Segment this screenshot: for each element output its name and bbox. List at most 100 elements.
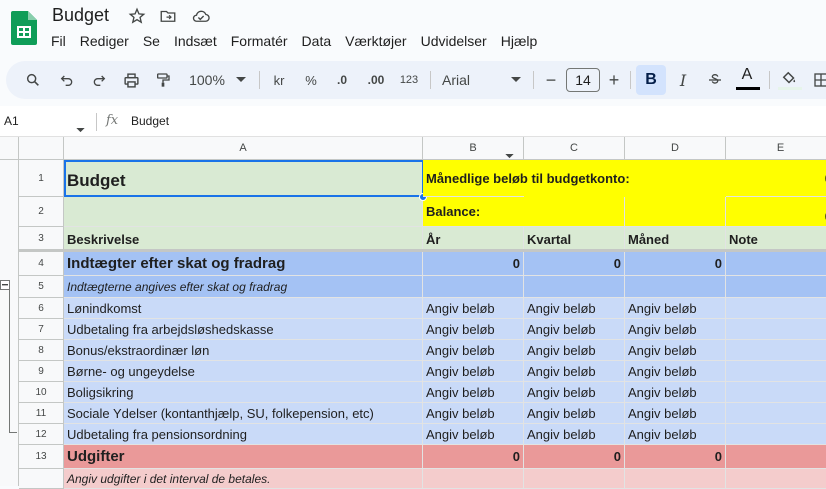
cell-e[interactable] xyxy=(726,251,826,276)
cell-b[interactable]: Angiv beløb xyxy=(423,403,524,424)
cell-d[interactable]: Angiv beløb xyxy=(625,382,726,403)
cell-d[interactable] xyxy=(625,469,726,489)
menu-help[interactable]: Hjælp xyxy=(494,32,545,52)
column-header-a[interactable]: A xyxy=(64,137,423,160)
increase-decimals-button[interactable]: .00 xyxy=(364,68,388,92)
cloud-saved-icon[interactable] xyxy=(191,7,211,27)
menu-format[interactable]: Formatér xyxy=(224,32,295,52)
zoom-chevron-down-icon[interactable] xyxy=(234,68,248,92)
font-size-input[interactable]: 14 xyxy=(566,68,600,92)
row-header[interactable]: 5 xyxy=(19,276,64,298)
cell-e[interactable] xyxy=(726,424,826,445)
cell-e[interactable] xyxy=(726,361,826,382)
cell-b[interactable]: Angiv beløb xyxy=(423,298,524,319)
column-header-c[interactable]: C xyxy=(524,137,625,160)
zoom-select[interactable]: 100% xyxy=(186,68,228,92)
cell-e[interactable] xyxy=(726,340,826,361)
cell-b[interactable] xyxy=(423,276,524,298)
row-header[interactable]: 9 xyxy=(19,361,64,382)
row-header[interactable]: 13 xyxy=(19,445,64,469)
paint-format-icon[interactable] xyxy=(152,68,174,92)
row-header[interactable]: 1 xyxy=(19,160,64,197)
cell-a[interactable]: Udbetaling fra arbejdsløshedskasse xyxy=(64,319,423,340)
cell-b[interactable]: Angiv beløb xyxy=(423,340,524,361)
cell-b[interactable] xyxy=(423,469,524,489)
borders-icon[interactable] xyxy=(812,68,826,92)
number-format-button[interactable]: 123 xyxy=(396,68,422,92)
row-header[interactable]: 7 xyxy=(19,319,64,340)
cell-e[interactable] xyxy=(726,319,826,340)
move-folder-icon[interactable] xyxy=(159,7,179,27)
cell-b[interactable]: År xyxy=(423,227,524,251)
cell-d[interactable]: Angiv beløb xyxy=(625,340,726,361)
cell-e[interactable] xyxy=(726,298,826,319)
collapse-group-icon[interactable] xyxy=(0,280,10,290)
cell-a[interactable]: Udbetaling fra pensionsordning xyxy=(64,424,423,445)
font-chevron-down-icon[interactable] xyxy=(509,68,523,92)
column-header-e[interactable]: E xyxy=(726,137,826,160)
print-icon[interactable] xyxy=(120,68,142,92)
cell-a[interactable]: Indtægterne angives efter skat og fradra… xyxy=(64,276,423,298)
strikethrough-icon[interactable] xyxy=(704,68,726,92)
column-header-d[interactable]: D xyxy=(625,137,726,160)
cell-d[interactable]: Angiv beløb xyxy=(625,424,726,445)
cell-c[interactable]: Angiv beløb xyxy=(524,361,625,382)
cell-b[interactable]: Angiv beløb xyxy=(423,382,524,403)
cell-a[interactable] xyxy=(64,197,423,227)
redo-icon[interactable] xyxy=(88,68,110,92)
cell-d[interactable] xyxy=(625,160,726,197)
cell-e[interactable] xyxy=(726,382,826,403)
cell-a[interactable]: Boligsikring xyxy=(64,382,423,403)
row-header[interactable] xyxy=(19,469,64,489)
row-header[interactable]: 6 xyxy=(19,298,64,319)
cell-e[interactable]: 0 xyxy=(726,160,826,197)
italic-button[interactable]: I xyxy=(672,68,694,92)
menu-file[interactable]: Fil xyxy=(44,32,73,52)
formula-input[interactable]: Budget xyxy=(131,114,169,128)
cell-e[interactable]: Note xyxy=(726,227,826,251)
name-box-chevron-down-icon[interactable] xyxy=(76,120,85,138)
cell-b[interactable]: Angiv beløb xyxy=(423,361,524,382)
cell-c[interactable]: Angiv beløb xyxy=(524,298,625,319)
cell-c[interactable]: 0 xyxy=(524,445,625,469)
cell-d[interactable]: 0 xyxy=(625,445,726,469)
sheets-logo-icon[interactable] xyxy=(11,11,37,45)
name-box[interactable]: A1 xyxy=(4,114,19,128)
cell-e[interactable] xyxy=(726,445,826,469)
cell-c[interactable]: Angiv beløb xyxy=(524,340,625,361)
cell-c[interactable]: Angiv beløb xyxy=(524,403,625,424)
cell-c[interactable]: Angiv beløb xyxy=(524,319,625,340)
menu-view[interactable]: Se xyxy=(136,32,167,52)
cell-b[interactable]: 0 xyxy=(423,445,524,469)
cell-b[interactable]: 0 xyxy=(423,251,524,276)
cell-a[interactable]: Indtægter efter skat og fradrag xyxy=(64,251,423,276)
text-color-button[interactable]: A xyxy=(735,64,759,86)
cell-b[interactable]: Månedlige beløb til budgetkonto: xyxy=(423,160,630,197)
cell-c[interactable]: 0 xyxy=(524,251,625,276)
bold-button[interactable]: B xyxy=(636,65,666,95)
cell-a[interactable]: Beskrivelse xyxy=(64,227,423,251)
corner-header[interactable] xyxy=(0,137,19,160)
cell-c[interactable]: Kvartal xyxy=(524,227,625,251)
cell-d[interactable]: Angiv beløb xyxy=(625,361,726,382)
row-header[interactable]: 2 xyxy=(19,197,64,227)
cell-d[interactable] xyxy=(625,197,726,227)
row-header[interactable]: 10 xyxy=(19,382,64,403)
cell-a[interactable]: Sociale Ydelser (kontanthjælp, SU, folke… xyxy=(64,403,423,424)
row-header[interactable]: 8 xyxy=(19,340,64,361)
increase-font-size-button[interactable]: + xyxy=(605,68,623,92)
cell-c[interactable] xyxy=(524,276,625,298)
percent-format-button[interactable]: % xyxy=(300,68,322,92)
cell-d[interactable] xyxy=(625,276,726,298)
cell-c[interactable] xyxy=(524,469,625,489)
row-header[interactable]: 11 xyxy=(19,403,64,424)
menu-extensions[interactable]: Udvidelser xyxy=(414,32,494,52)
row-header[interactable]: 12 xyxy=(19,424,64,445)
cell-b[interactable]: Angiv beløb xyxy=(423,319,524,340)
cell-c[interactable]: Angiv beløb xyxy=(524,424,625,445)
cell-d[interactable]: Angiv beløb xyxy=(625,319,726,340)
cell-e[interactable]: 0 xyxy=(726,197,826,227)
menu-insert[interactable]: Indsæt xyxy=(167,32,224,52)
cell-c[interactable] xyxy=(524,197,625,227)
row-header-corner[interactable] xyxy=(19,137,64,160)
